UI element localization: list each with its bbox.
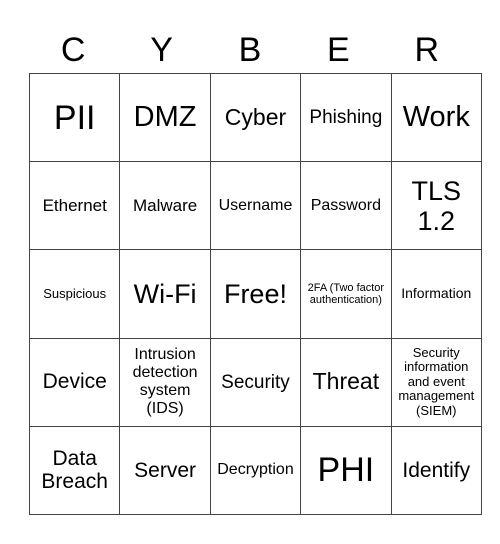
bingo-cell[interactable]: Device <box>28 337 121 427</box>
bingo-cell[interactable]: Information <box>390 249 482 339</box>
bingo-cell[interactable]: Server <box>119 425 211 515</box>
bingo-cell[interactable]: TLS 1.2 <box>390 161 482 251</box>
bingo-cell[interactable]: Security information and event managemen… <box>390 337 482 427</box>
board-row: Data Breach Server Decryption PHI Identi… <box>28 425 482 515</box>
bingo-cell[interactable]: PHI <box>300 425 392 515</box>
bingo-cell[interactable]: Identify <box>390 425 482 515</box>
free-space-cell[interactable]: Free! <box>209 249 302 339</box>
header-letter: R <box>414 31 440 69</box>
bingo-header: C Y B E R <box>29 28 471 72</box>
bingo-cell[interactable]: Password <box>300 161 392 251</box>
bingo-cell[interactable]: PII <box>28 72 121 163</box>
header-letter: B <box>238 31 262 69</box>
bingo-cell[interactable]: Security <box>209 337 302 427</box>
header-letter: C <box>60 31 86 69</box>
board-row: PII DMZ Cyber Phishing Work <box>28 72 482 163</box>
bingo-cell[interactable]: Suspicious <box>28 249 121 339</box>
bingo-cell[interactable]: Malware <box>119 161 211 251</box>
bingo-cell[interactable]: Work <box>390 72 482 163</box>
header-letter: Y <box>150 31 173 69</box>
bingo-cell[interactable]: Threat <box>300 337 392 427</box>
bingo-cell[interactable]: Wi-Fi <box>119 249 211 339</box>
bingo-cell[interactable]: Username <box>209 161 302 251</box>
bingo-cell[interactable]: Cyber <box>209 72 302 163</box>
bingo-cell[interactable]: Decryption <box>209 425 302 515</box>
bingo-cell[interactable]: Data Breach <box>28 425 121 515</box>
bingo-cell[interactable]: Phishing <box>300 72 392 163</box>
board-row: Ethernet Malware Username Password TLS 1… <box>28 161 482 251</box>
bingo-cell[interactable]: DMZ <box>119 72 211 163</box>
header-letter: E <box>327 31 350 69</box>
bingo-board: PII DMZ Cyber Phishing Work Ethernet Mal… <box>28 72 482 515</box>
bingo-cell[interactable]: Intrusion detection system (IDS) <box>119 337 211 427</box>
board-row: Suspicious Wi-Fi Free! 2FA (Two factor a… <box>28 249 482 339</box>
bingo-cell[interactable]: 2FA (Two factor authentication) <box>300 249 392 339</box>
bingo-cell[interactable]: Ethernet <box>28 161 121 251</box>
board-row: Device Intrusion detection system (IDS) … <box>28 337 482 427</box>
